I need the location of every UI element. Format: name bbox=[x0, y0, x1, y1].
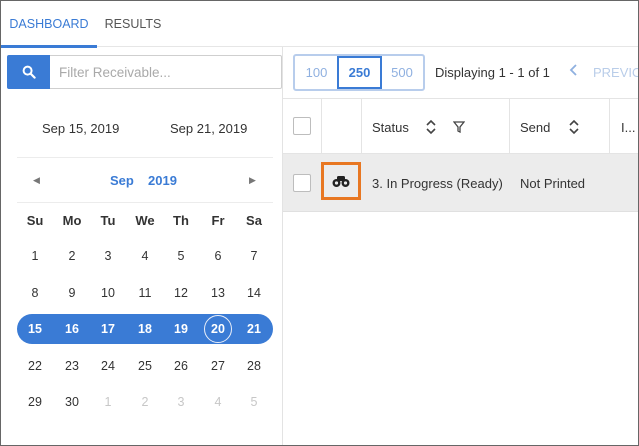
triangle-right-icon[interactable]: ▶ bbox=[249, 175, 256, 186]
results-grid: Status Send I... 3. In Progress (Ready) … bbox=[283, 98, 638, 445]
cell-send: Not Printed bbox=[520, 176, 586, 191]
calendar-day-label: 20 bbox=[211, 322, 225, 336]
calendar-day[interactable]: 30 bbox=[54, 387, 90, 417]
page-size-100-button[interactable]: 100 bbox=[295, 56, 338, 89]
filter-receivable-input[interactable] bbox=[50, 55, 282, 89]
calendar-day[interactable]: 13 bbox=[200, 278, 236, 308]
calendar-day[interactable]: 2 bbox=[127, 387, 163, 417]
table-row[interactable]: 3. In Progress (Ready) Not Printed bbox=[283, 154, 638, 212]
weekday-label: Sa bbox=[246, 213, 262, 228]
calendar-week: 22 23 24 25 26 27 28 bbox=[17, 351, 273, 381]
tab-results[interactable]: RESULTS bbox=[97, 1, 169, 47]
sort-icon[interactable] bbox=[568, 119, 580, 140]
calendar-day[interactable]: 11 bbox=[127, 278, 163, 308]
calendar-day[interactable]: 23 bbox=[54, 351, 90, 381]
weekday-label: Su bbox=[26, 213, 44, 228]
filter-icon[interactable] bbox=[452, 120, 466, 138]
calendar-weekdays: Su Mo Tu We Th Fr Sa bbox=[17, 213, 273, 229]
page-size-250-button[interactable]: 250 bbox=[337, 56, 382, 89]
date-range-start[interactable]: Sep 15, 2019 bbox=[42, 121, 119, 136]
calendar-day[interactable]: 27 bbox=[200, 351, 236, 381]
calendar-day[interactable]: 25 bbox=[127, 351, 163, 381]
page-size-selector: 100 250 500 bbox=[293, 54, 425, 91]
calendar-day[interactable]: 5 bbox=[163, 241, 199, 271]
weekday-label: Mo bbox=[62, 213, 82, 228]
view-details-button[interactable] bbox=[321, 162, 361, 200]
triangle-left-icon[interactable]: ◀ bbox=[33, 175, 40, 186]
sort-icon[interactable] bbox=[425, 119, 437, 140]
binoculars-icon bbox=[332, 176, 350, 187]
calendar-year[interactable]: 2019 bbox=[148, 173, 177, 188]
calendar-day[interactable]: 7 bbox=[236, 241, 272, 271]
date-range-end[interactable]: Sep 21, 2019 bbox=[170, 121, 247, 136]
grid-header: Status Send I... bbox=[283, 98, 638, 154]
calendar-day[interactable]: 10 bbox=[90, 278, 126, 308]
calendar-month[interactable]: Sep bbox=[110, 173, 134, 188]
app-window: DASHBOARD RESULTS Sep 15, 2019 Sep 21, 2… bbox=[0, 0, 639, 446]
calendar-week: 29 30 1 2 3 4 5 bbox=[17, 387, 273, 417]
calendar-week: 15 16 17 18 19 20 21 bbox=[17, 314, 273, 344]
column-divider bbox=[509, 99, 510, 154]
weekday-label: Fr bbox=[211, 213, 225, 228]
weekday-label: We bbox=[135, 213, 155, 228]
calendar-day[interactable]: 4 bbox=[200, 387, 236, 417]
calendar-week: 1234567 bbox=[17, 241, 273, 271]
calendar-day[interactable]: 9 bbox=[54, 278, 90, 308]
column-header-extra[interactable]: I... bbox=[621, 120, 635, 135]
row-checkbox[interactable] bbox=[293, 174, 311, 192]
calendar-day[interactable]: 3 bbox=[163, 387, 199, 417]
tab-dashboard[interactable]: DASHBOARD bbox=[1, 1, 97, 48]
search-icon bbox=[22, 65, 36, 79]
divider bbox=[17, 157, 273, 158]
calendar-day[interactable]: 15 bbox=[17, 314, 53, 344]
calendar-day[interactable]: 12 bbox=[163, 278, 199, 308]
calendar-day[interactable]: 29 bbox=[17, 387, 53, 417]
column-header-send[interactable]: Send bbox=[520, 120, 550, 135]
calendar-day[interactable]: 21 bbox=[236, 314, 272, 344]
calendar-day[interactable]: 20 bbox=[200, 314, 236, 344]
calendar-day[interactable]: 26 bbox=[163, 351, 199, 381]
left-panel: Sep 15, 2019 Sep 21, 2019 ◀ Sep 2019 ▶ S… bbox=[1, 47, 283, 445]
chevron-left-icon[interactable] bbox=[569, 63, 579, 80]
calendar-day[interactable]: 24 bbox=[90, 351, 126, 381]
calendar-day[interactable]: 28 bbox=[236, 351, 272, 381]
weekday-label: Tu bbox=[100, 213, 116, 228]
divider bbox=[17, 202, 273, 203]
calendar-day[interactable]: 3 bbox=[90, 241, 126, 271]
column-header-status[interactable]: Status bbox=[372, 120, 409, 135]
select-all-checkbox[interactable] bbox=[293, 117, 311, 135]
calendar-day[interactable]: 2 bbox=[54, 241, 90, 271]
tab-bar: DASHBOARD RESULTS bbox=[1, 1, 638, 48]
column-divider bbox=[361, 99, 362, 154]
calendar-day[interactable]: 1 bbox=[17, 241, 53, 271]
calendar-day[interactable]: 5 bbox=[236, 387, 272, 417]
search-button[interactable] bbox=[7, 55, 50, 89]
column-divider bbox=[609, 99, 610, 154]
calendar-header: ◀ Sep 2019 ▶ bbox=[17, 173, 273, 189]
displaying-count: Displaying 1 - 1 of 1 bbox=[435, 65, 550, 80]
calendar-day[interactable]: 4 bbox=[127, 241, 163, 271]
calendar-day[interactable]: 8 bbox=[17, 278, 53, 308]
calendar-day[interactable]: 6 bbox=[200, 241, 236, 271]
calendar-week: 8 9 10 11 12 13 14 bbox=[17, 278, 273, 308]
calendar-day[interactable]: 1 bbox=[90, 387, 126, 417]
weekday-label: Th bbox=[173, 213, 189, 228]
calendar-day[interactable]: 14 bbox=[236, 278, 272, 308]
cell-status: 3. In Progress (Ready) bbox=[372, 176, 503, 191]
calendar-day[interactable]: 16 bbox=[54, 314, 90, 344]
previous-page-button[interactable]: PREVIOUS bbox=[593, 65, 638, 80]
calendar-day[interactable]: 18 bbox=[127, 314, 163, 344]
calendar-day[interactable]: 17 bbox=[90, 314, 126, 344]
calendar-day[interactable]: 19 bbox=[163, 314, 199, 344]
page-size-500-button[interactable]: 500 bbox=[381, 56, 423, 89]
column-divider bbox=[321, 99, 322, 154]
calendar-day[interactable]: 22 bbox=[17, 351, 53, 381]
